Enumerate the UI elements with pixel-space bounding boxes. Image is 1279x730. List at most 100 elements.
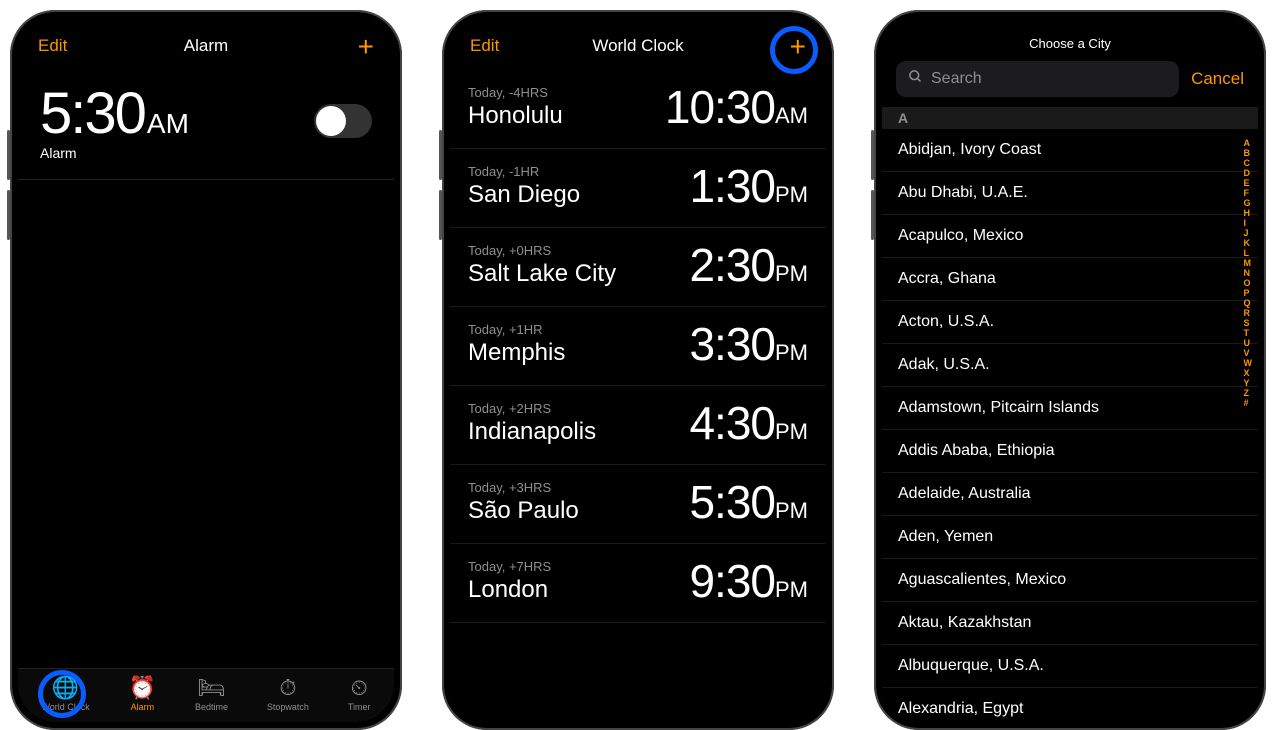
world-clock-row[interactable]: Today, -4HRSHonolulu10:30AM <box>450 70 826 149</box>
city-option[interactable]: Accra, Ghana <box>882 258 1258 301</box>
world-clock-icon: 🌐 <box>52 677 79 699</box>
index-letter[interactable]: D <box>1244 168 1253 178</box>
city-option[interactable]: Abidjan, Ivory Coast <box>882 129 1258 172</box>
tab-label: Alarm <box>131 702 155 712</box>
index-letter[interactable]: H <box>1244 208 1253 218</box>
index-letter[interactable]: S <box>1244 318 1253 328</box>
city-name: Honolulu <box>468 102 563 130</box>
city-meta: Today, -4HRS <box>468 85 563 100</box>
index-letter[interactable]: U <box>1244 338 1253 348</box>
index-letter[interactable]: M <box>1244 258 1253 268</box>
index-letter[interactable]: L <box>1244 248 1253 258</box>
city-option[interactable]: Aden, Yemen <box>882 516 1258 559</box>
tab-label: Bedtime <box>195 702 228 712</box>
alarm-ampm: AM <box>147 108 189 140</box>
alarm-label: Alarm <box>40 145 189 161</box>
city-name: San Diego <box>468 181 580 209</box>
alarm-toggle[interactable] <box>314 104 372 138</box>
alarm-list: 5:30 AM Alarm <box>18 70 394 668</box>
city-option[interactable]: Addis Ababa, Ethiopia <box>882 430 1258 473</box>
world-clock-row[interactable]: Today, +1HRMemphis3:30PM <box>450 307 826 386</box>
city-name: Salt Lake City <box>468 260 616 288</box>
world-clock-row[interactable]: Today, +0HRS Salt Lake City 2:30PM <box>450 228 826 307</box>
index-letter[interactable]: J <box>1244 228 1253 238</box>
world-clock-row[interactable]: Today, +2HRSIndianapolis4:30PM <box>450 386 826 465</box>
city-meta: Today, +7HRS <box>468 559 551 574</box>
nav-bar: Edit Alarm + <box>18 18 394 70</box>
city-option[interactable]: Acapulco, Mexico <box>882 215 1258 258</box>
world-clock-row[interactable]: Today, +3HRSSão Paulo5:30PM <box>450 465 826 544</box>
phone-world-clock: Edit World Clock + Today, -4HRS Honolulu 1… <box>442 10 834 730</box>
index-letter[interactable]: P <box>1244 288 1253 298</box>
city-option[interactable]: Adelaide, Australia <box>882 473 1258 516</box>
city-time: 3:30PM <box>689 317 808 371</box>
city-option[interactable]: Abu Dhabi, U.A.E. <box>882 172 1258 215</box>
city-time: 1:30PM <box>689 159 808 213</box>
tab-world-clock[interactable]: 🌐 World Clock <box>41 677 89 712</box>
tab-timer[interactable]: ⏲Timer <box>348 677 371 712</box>
index-letter[interactable]: G <box>1244 198 1253 208</box>
city-name: São Paulo <box>468 497 579 525</box>
tab-alarm[interactable]: ⏰Alarm <box>129 677 156 712</box>
city-meta: Today, -1HR <box>468 164 580 179</box>
search-row: Search Cancel <box>882 61 1258 107</box>
index-letter[interactable]: Q <box>1244 298 1253 308</box>
city-option[interactable]: Aktau, Kazakhstan <box>882 602 1258 645</box>
nav-bar: Edit World Clock + <box>450 18 826 70</box>
index-letter[interactable]: Y <box>1244 378 1253 388</box>
city-option[interactable]: Acton, U.S.A. <box>882 301 1258 344</box>
city-option[interactable]: Adamstown, Pitcairn Islands <box>882 387 1258 430</box>
index-letter[interactable]: W <box>1244 358 1253 368</box>
cancel-button[interactable]: Cancel <box>1191 69 1244 89</box>
index-letter[interactable]: X <box>1244 368 1253 378</box>
city-list[interactable]: Abidjan, Ivory CoastAbu Dhabi, U.A.E.Aca… <box>882 129 1258 722</box>
world-clock-list[interactable]: Today, -4HRSHonolulu10:30AMToday, -1HRSa… <box>450 70 826 722</box>
index-letter[interactable]: K <box>1244 238 1253 248</box>
alphabet-index[interactable]: ABCDEFGHIJKLMNOPQRSTUVWXYZ# <box>1244 138 1253 408</box>
screen: Choose a City Search Cancel A Abidjan, I… <box>882 18 1258 722</box>
add-city-button[interactable]: + <box>756 38 806 55</box>
alarm-row[interactable]: 5:30 AM Alarm <box>18 70 394 180</box>
tab-bar: 🌐 World Clock ⏰Alarm 🛏 Bedtime ⏱Stopwatch ⏲Tim… <box>18 668 394 722</box>
phone-city-picker: Choose a City Search Cancel A Abidjan, I… <box>874 10 1266 730</box>
index-letter[interactable]: A <box>1244 138 1253 148</box>
tab-label: Stopwatch <box>267 702 309 712</box>
index-letter[interactable]: # <box>1244 398 1253 408</box>
add-alarm-button[interactable]: + <box>324 38 374 55</box>
city-option[interactable]: Aguascalientes, Mexico <box>882 559 1258 602</box>
city-time: 9:30PM <box>689 554 808 608</box>
picker-title: Choose a City <box>882 18 1258 61</box>
city-meta: Today, +0HRS <box>468 243 616 258</box>
city-option[interactable]: Adak, U.S.A. <box>882 344 1258 387</box>
tab-stopwatch[interactable]: ⏱Stopwatch <box>267 677 309 712</box>
index-letter[interactable]: V <box>1244 348 1253 358</box>
tab-label: World Clock <box>41 702 89 712</box>
index-letter[interactable]: I <box>1244 218 1253 228</box>
city-option[interactable]: Alexandria, Egypt <box>882 688 1258 722</box>
world-clock-row[interactable]: Today, +7HRSLondon9:30PM <box>450 544 826 623</box>
alarm-time: 5:30 AM <box>40 80 189 147</box>
index-letter[interactable]: Z <box>1244 388 1253 398</box>
index-letter[interactable]: B <box>1244 148 1253 158</box>
bedtime-icon: 🛏 <box>198 677 226 699</box>
screen: Edit Alarm + 5:30 AM Alarm 🌐 World Clock ⏰… <box>18 18 394 722</box>
world-clock-row[interactable]: Today, -1HR San Diego 1:30PM <box>450 149 826 228</box>
city-time: 2:30PM <box>689 238 808 292</box>
index-letter[interactable]: N <box>1244 268 1253 278</box>
index-letter[interactable]: C <box>1244 158 1253 168</box>
edit-button[interactable]: Edit <box>38 36 88 56</box>
city-name: Memphis <box>468 339 565 367</box>
page-title: World Clock <box>592 36 683 56</box>
index-letter[interactable]: R <box>1244 308 1253 318</box>
city-option[interactable]: Albuquerque, U.S.A. <box>882 645 1258 688</box>
city-time: 5:30PM <box>689 475 808 529</box>
search-placeholder: Search <box>931 70 982 88</box>
tab-bedtime[interactable]: 🛏 Bedtime <box>195 677 228 712</box>
search-input[interactable]: Search <box>896 61 1179 97</box>
tab-label: Timer <box>348 702 371 712</box>
index-letter[interactable]: F <box>1244 188 1253 198</box>
index-letter[interactable]: T <box>1244 328 1253 338</box>
index-letter[interactable]: O <box>1244 278 1253 288</box>
edit-button[interactable]: Edit <box>470 36 520 56</box>
index-letter[interactable]: E <box>1244 178 1253 188</box>
